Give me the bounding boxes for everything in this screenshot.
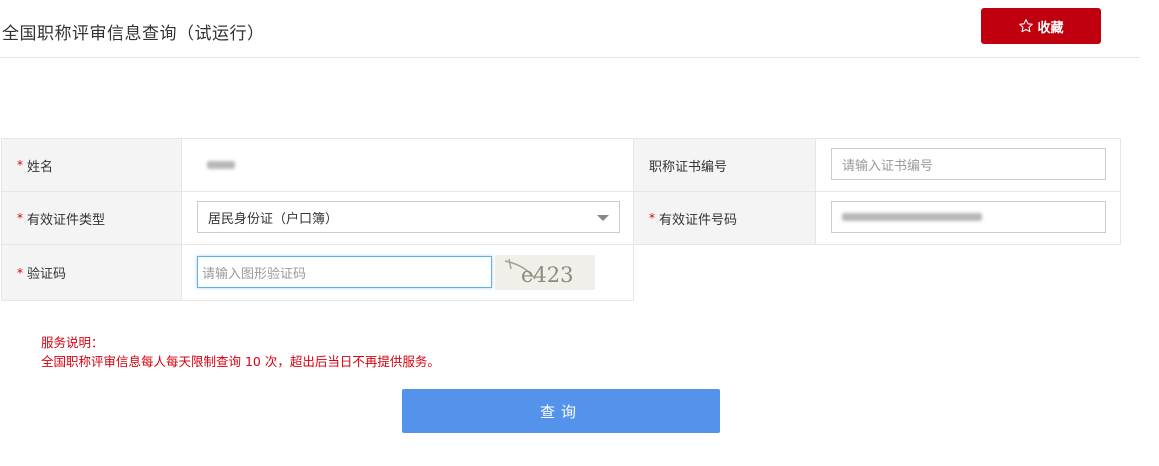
name-value-redacted	[207, 161, 235, 169]
id-type-value-cell: 居民身份证（户口簿）	[181, 191, 634, 245]
captcha-label: 验证码	[27, 267, 67, 282]
id-type-label: 有效证件类型	[27, 212, 106, 228]
id-number-value-cell	[815, 191, 1121, 245]
required-mark: *	[649, 211, 655, 225]
notice-body: 全国职称评审信息每人每天限制查询 10 次，超出后当日不再提供服务。	[41, 354, 440, 369]
captcha-graphic: e423	[504, 258, 574, 287]
captcha-image[interactable]: e423	[495, 255, 595, 290]
id-type-selected: 居民身份证（户口簿）	[208, 211, 339, 227]
cert-number-label-cell: 职称证书编号	[633, 138, 816, 192]
query-button[interactable]: 查询	[402, 389, 720, 433]
cert-number-label: 职称证书编号	[649, 159, 728, 175]
cert-number-placeholder: 请输入证书编号	[842, 158, 934, 174]
page: 全国职称评审信息查询（试运行） 收藏 * 姓名 职称证书编号 请输入证书编号 *…	[0, 0, 1159, 466]
required-mark: *	[17, 265, 23, 280]
page-title: 全国职称评审信息查询（试运行）	[2, 24, 265, 44]
name-value-cell	[181, 138, 634, 192]
required-mark: *	[17, 158, 23, 172]
captcha-placeholder: 请输入图形验证码	[202, 266, 307, 282]
id-type-label-cell: * 有效证件类型	[1, 191, 182, 245]
name-field[interactable]	[197, 146, 620, 184]
chevron-down-icon	[597, 215, 609, 221]
id-number-label: 有效证件号码	[659, 212, 738, 228]
captcha-text: e423	[521, 263, 574, 287]
notice-title: 服务说明：	[41, 335, 104, 350]
id-number-input[interactable]	[831, 201, 1106, 233]
page-header: 全国职称评审信息查询（试运行） 收藏	[0, 0, 1140, 58]
captcha-input[interactable]: 请输入图形验证码	[197, 256, 492, 288]
star-icon	[1019, 19, 1034, 33]
required-mark: *	[17, 211, 23, 225]
id-number-label-cell: * 有效证件号码	[633, 191, 816, 245]
captcha-label-cell: * 验证码	[1, 244, 182, 301]
service-notice: 服务说明： 全国职称评审信息每人每天限制查询 10 次，超出后当日不再提供服务。	[41, 333, 440, 371]
id-number-value-redacted	[842, 213, 982, 221]
cert-number-input[interactable]: 请输入证书编号	[831, 148, 1106, 180]
cert-number-value-cell: 请输入证书编号	[815, 138, 1121, 192]
id-type-select[interactable]: 居民身份证（户口簿）	[197, 201, 620, 233]
name-label-cell: * 姓名	[1, 138, 182, 192]
favorite-label: 收藏	[1037, 20, 1064, 36]
favorite-button[interactable]: 收藏	[981, 8, 1101, 44]
name-label: 姓名	[27, 159, 54, 175]
